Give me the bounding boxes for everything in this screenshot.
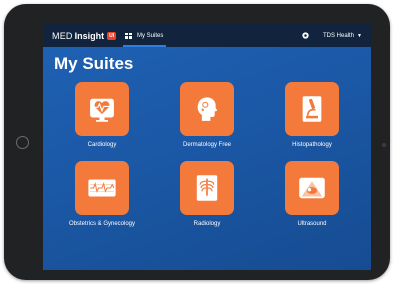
heart-monitor-icon — [90, 98, 114, 122]
top-navbar: MED Insight UI My Suites TDS Health ▼ — [43, 24, 371, 47]
microscope-icon — [302, 96, 322, 122]
suite-label: Dermatology Free — [182, 142, 232, 148]
gear-icon[interactable] — [301, 31, 310, 40]
org-label: TDS Health — [323, 32, 355, 39]
brand-logo[interactable]: MED Insight UI — [52, 30, 117, 41]
page-title: My Suites — [54, 54, 134, 73]
brand-name: Insight — [74, 30, 105, 41]
ultrasound-scan-icon — [299, 177, 325, 199]
suite-tile-dermatology-free[interactable] — [180, 82, 234, 136]
suite-tile-obstetrics-gynecology[interactable] — [75, 161, 129, 215]
org-dropdown[interactable]: TDS Health ▼ — [323, 24, 362, 47]
brand-badge: UI — [107, 31, 117, 40]
suite-label: Ultrasound — [297, 221, 327, 227]
suite-label: Cardiology — [87, 142, 117, 148]
suite-label: Obstetrics & Gynecology — [68, 221, 136, 227]
app-screen: MED Insight UI My Suites TDS Health ▼ My… — [43, 24, 371, 270]
suite-label: Radiology — [193, 221, 221, 227]
suite-tile-ultrasound[interactable] — [285, 161, 339, 215]
suite-tile-cardiology[interactable] — [75, 82, 129, 136]
chevron-down-icon: ▼ — [357, 32, 362, 39]
suite-label: Histopathology — [292, 142, 332, 148]
brand-prefix: MED — [52, 30, 73, 41]
nav-my-suites[interactable]: My Suites — [122, 24, 167, 47]
face-profile-icon — [197, 97, 218, 121]
nav-my-suites-label: My Suites — [137, 32, 164, 39]
suite-tile-histopathology[interactable] — [285, 82, 339, 136]
grid-icon — [125, 32, 132, 39]
home-button[interactable] — [16, 136, 29, 149]
tablet-frame: MED Insight UI My Suites TDS Health ▼ My… — [4, 4, 390, 280]
xray-chest-icon — [196, 175, 218, 201]
camera-dot — [382, 143, 386, 147]
suite-tile-radiology[interactable] — [180, 161, 234, 215]
ecg-strip-icon — [88, 179, 116, 197]
